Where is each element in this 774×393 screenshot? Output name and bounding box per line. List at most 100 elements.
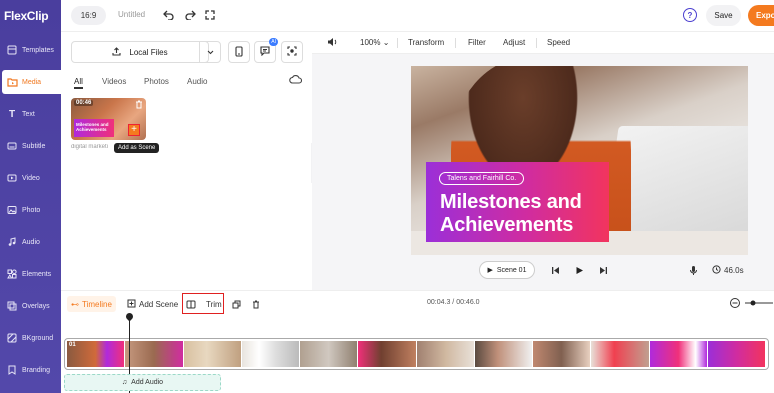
- phone-upload-button[interactable]: [228, 41, 250, 63]
- timeline-panel: ⊷ Timeline Add Scene Trim 00:04.3 / 00:4…: [61, 290, 774, 393]
- skip-back-icon[interactable]: [550, 265, 560, 275]
- microphone-icon[interactable]: [689, 265, 698, 278]
- add-audio-label: Add Audio: [131, 379, 164, 386]
- volume-icon[interactable]: [327, 37, 338, 49]
- upload-source-dropdown[interactable]: [199, 41, 221, 63]
- export-button[interactable]: Expo: [748, 5, 774, 26]
- sidebar-item-label: BKground: [22, 334, 54, 342]
- delete-icon[interactable]: [135, 100, 143, 109]
- scene-frame[interactable]: [241, 341, 299, 367]
- company-name[interactable]: Talens and Fairhill Co.: [439, 172, 525, 185]
- app-logo[interactable]: FlexClip: [4, 9, 49, 23]
- ai-media-button[interactable]: AI: [254, 38, 278, 63]
- sidebar-item-label: Text: [22, 110, 35, 118]
- sidebar-item-elements[interactable]: Elements: [0, 262, 61, 286]
- tab-audio[interactable]: Audio: [187, 77, 207, 86]
- transform-button[interactable]: Transform: [408, 38, 444, 47]
- project-title[interactable]: Untitled: [118, 10, 145, 19]
- divider: [455, 38, 456, 48]
- scene-frame[interactable]: [416, 341, 474, 367]
- asset-name: digital marketi: [71, 144, 109, 150]
- local-files-button[interactable]: Local Files: [71, 41, 209, 63]
- title-banner[interactable]: Talens and Fairhill Co. Milestones and A…: [426, 162, 609, 242]
- record-button[interactable]: [281, 41, 303, 63]
- templates-icon: [6, 44, 18, 56]
- filter-button[interactable]: Filter: [468, 38, 486, 47]
- photo-icon: [6, 204, 18, 216]
- media-asset-thumbnail[interactable]: Milestones and Achievements 00:46 +: [71, 98, 146, 140]
- sidebar-item-branding[interactable]: Branding: [0, 358, 61, 382]
- tab-all[interactable]: All: [74, 77, 83, 89]
- branding-icon: [6, 364, 18, 376]
- scene-frame[interactable]: [300, 341, 358, 367]
- phone-icon: [235, 45, 243, 59]
- split-icon[interactable]: [186, 296, 196, 312]
- speed-button[interactable]: Speed: [547, 38, 570, 47]
- sidebar-item-background[interactable]: BKground: [0, 326, 61, 350]
- music-note-icon: ♫: [121, 379, 128, 386]
- add-scene-button[interactable]: Add Scene: [127, 296, 178, 312]
- chevron-down-icon: [207, 48, 214, 57]
- scene-frame[interactable]: [358, 341, 416, 367]
- trim-button[interactable]: Trim: [206, 296, 222, 312]
- record-icon: [287, 46, 297, 58]
- timeline-icon: ⊷: [71, 299, 79, 309]
- scene-play-button[interactable]: ▶ Scene 01: [479, 261, 535, 279]
- add-scene-label: Add Scene: [139, 299, 179, 309]
- scene-frame[interactable]: [649, 341, 707, 367]
- timeline-toggle-button[interactable]: ⊷ Timeline: [67, 296, 116, 312]
- sidebar-item-photo[interactable]: Photo: [0, 198, 61, 222]
- help-icon[interactable]: ?: [683, 8, 697, 22]
- media-icon: [6, 76, 18, 88]
- sidebar-item-video[interactable]: Video: [0, 166, 61, 190]
- add-audio-button[interactable]: ♫ Add Audio: [64, 374, 221, 391]
- sidebar-item-media[interactable]: Media: [2, 70, 61, 94]
- save-button[interactable]: Save: [706, 5, 741, 26]
- add-scene-icon: [127, 299, 136, 310]
- redo-icon[interactable]: [183, 8, 197, 22]
- sidebar-item-templates[interactable]: Templates: [0, 38, 61, 62]
- scene-frame[interactable]: [591, 341, 649, 367]
- duplicate-icon[interactable]: [232, 296, 241, 312]
- media-panel: Local Files AI All Videos Photos Audio M…: [61, 32, 312, 290]
- local-files-label: Local Files: [129, 47, 168, 57]
- fullscreen-icon[interactable]: [203, 8, 217, 22]
- background-icon: [6, 332, 18, 344]
- scene-number: 01: [69, 342, 76, 348]
- add-as-scene-button[interactable]: +: [128, 124, 140, 136]
- tab-videos[interactable]: Videos: [102, 77, 126, 86]
- scene-frame[interactable]: [125, 341, 183, 367]
- undo-icon[interactable]: [162, 8, 176, 22]
- scene-frame[interactable]: [707, 341, 765, 367]
- sidebar-item-label: Media: [22, 78, 42, 86]
- zoom-value: 100%: [360, 38, 381, 47]
- scene-strip[interactable]: [64, 338, 769, 370]
- aspect-ratio-button[interactable]: 16:9: [71, 6, 106, 25]
- scene-frame[interactable]: [474, 341, 532, 367]
- sidebar-item-text[interactable]: T Text: [0, 102, 61, 126]
- skip-forward-icon[interactable]: [598, 265, 608, 275]
- play-icon: ▶: [487, 267, 493, 274]
- sidebar-item-subtitle[interactable]: Subtitle: [0, 134, 61, 158]
- sidebar-item-audio[interactable]: Audio: [0, 230, 61, 254]
- adjust-button[interactable]: Adjust: [503, 38, 525, 47]
- headline[interactable]: Milestones and Achievements: [440, 191, 582, 237]
- timeline-ruler[interactable]: [61, 316, 774, 334]
- zoom-dropdown[interactable]: 100% ⌄: [360, 38, 389, 47]
- playback-controls: ▶ Scene 01: [479, 261, 609, 279]
- scene-frame[interactable]: [533, 341, 591, 367]
- scene-duration[interactable]: 46.0s: [712, 265, 744, 276]
- cloud-icon[interactable]: [289, 74, 303, 86]
- tooltip: Add as Scene: [114, 143, 160, 153]
- scene-frame[interactable]: [183, 341, 241, 367]
- ai-badge: AI: [269, 38, 278, 46]
- timeline-zoom[interactable]: [729, 296, 773, 312]
- sidebar-item-label: Video: [22, 174, 40, 182]
- tab-photos[interactable]: Photos: [144, 77, 169, 86]
- headline-line-2: Achievements: [440, 214, 574, 236]
- sidebar-item-overlays[interactable]: Overlays: [0, 294, 61, 318]
- video-canvas[interactable]: Talens and Fairhill Co. Milestones and A…: [411, 66, 748, 255]
- play-icon[interactable]: [574, 265, 584, 275]
- delete-icon[interactable]: [252, 296, 260, 312]
- top-bar: 16:9 Untitled ? Save Expo: [61, 0, 774, 32]
